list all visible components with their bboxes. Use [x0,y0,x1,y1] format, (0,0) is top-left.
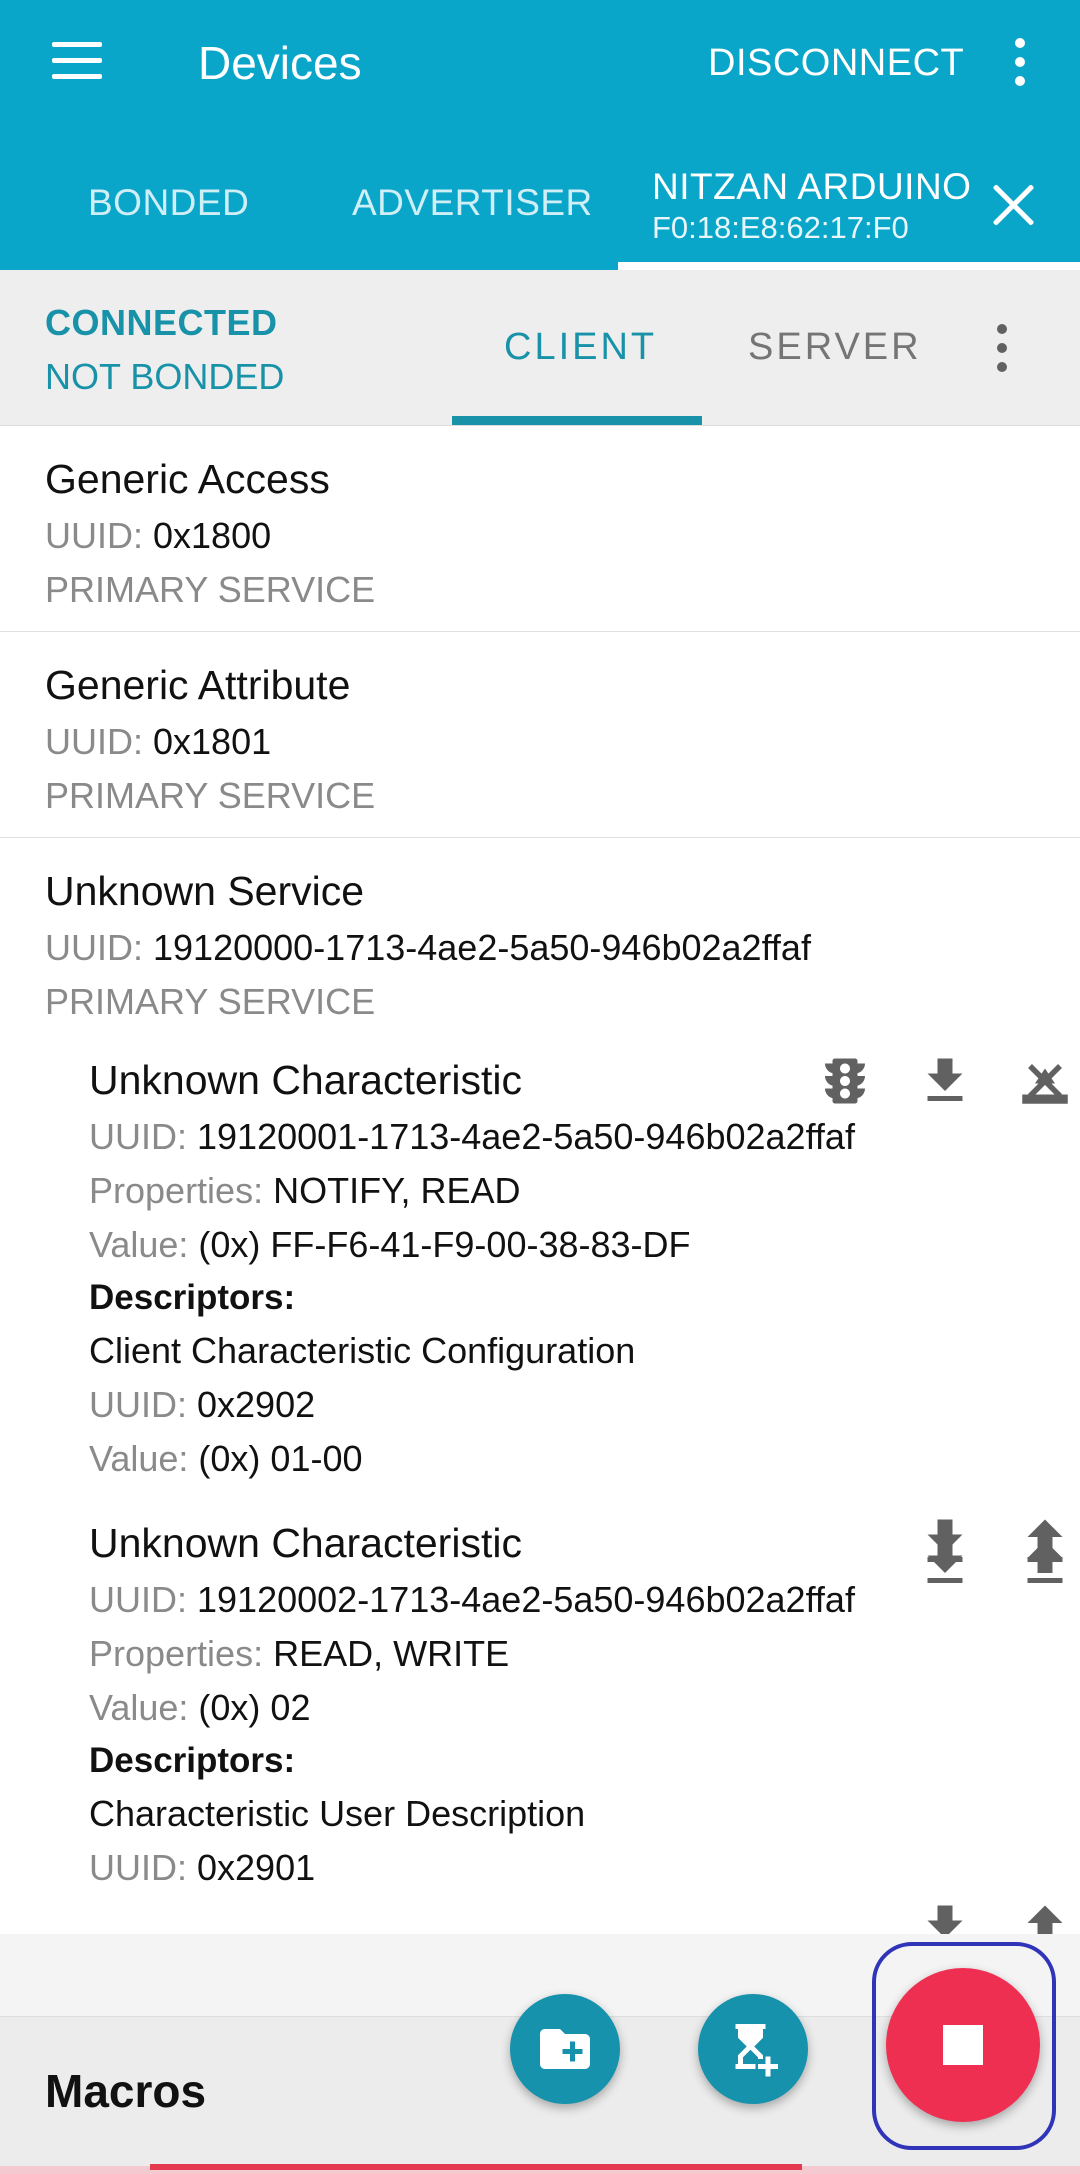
service-name: Generic Attribute [45,662,351,708]
stop-icon[interactable] [886,1968,1040,2122]
folder-add-icon[interactable] [510,1994,620,2104]
tab-indicator [618,262,1080,270]
service-name: Generic Access [45,456,330,502]
hourglass-add-icon[interactable] [698,1994,808,2104]
service-list: Generic Access UUID: 0x1800 PRIMARY SERV… [0,426,1080,1948]
properties-label: Properties: [89,1633,264,1674]
characteristic-properties: READ, WRITE [273,1633,510,1674]
service-type: PRIMARY SERVICE [45,569,376,610]
service-uuid: 0x1800 [153,515,272,556]
notifications-off-icon[interactable] [1015,1051,1075,1111]
characteristic-value: (0x) 02 [198,1687,311,1728]
characteristic-properties: NOTIFY, READ [273,1170,521,1211]
app-bar: Devices DISCONNECT BONDED ADVERTISER NIT… [0,0,1080,270]
characteristic-uuid: 19120002-1713-4ae2-5a50-946b02a2ffaf [197,1579,855,1620]
menu-icon[interactable] [46,38,108,88]
descriptors-heading: Descriptors: [89,1278,296,1317]
traffic-light-icon[interactable] [815,1051,875,1111]
service-type: PRIMARY SERVICE [45,981,376,1022]
uuid-label: UUID: [89,1579,187,1620]
characteristic-value: (0x) FF-F6-41-F9-00-38-83-DF [198,1224,691,1265]
service-item[interactable]: Unknown Service UUID: 19120000-1713-4ae2… [0,838,1080,1948]
disconnect-button[interactable]: DISCONNECT [708,42,964,85]
upload-icon[interactable] [1015,1512,1075,1572]
macros-title: Macros [45,2065,207,2117]
bond-status: NOT BONDED [45,356,285,397]
characteristic-item[interactable]: Unknown Characteristic UUID: 19120002-17… [45,1480,1063,1948]
service-name: Unknown Service [45,868,365,914]
service-item[interactable]: Generic Access UUID: 0x1800 PRIMARY SERV… [0,426,1080,632]
tab-advertiser[interactable]: ADVERTISER [352,182,593,224]
uuid-label: UUID: [89,1116,187,1157]
tab-indicator [452,416,702,425]
descriptor-name: Characteristic User Description [89,1793,586,1834]
download-icon[interactable] [915,1051,975,1111]
macros-progress [150,2164,802,2170]
uuid-label: UUID: [45,721,143,762]
characteristic-item[interactable]: Unknown Characteristic UUID: 19120001-17… [45,1023,1068,1583]
download-icon[interactable] [915,1512,975,1572]
device-name: NITZAN ARDUINO [652,166,972,207]
tab-bonded[interactable]: BONDED [88,182,249,224]
stop-square [943,2025,983,2065]
uuid-label: UUID: [45,515,143,556]
descriptor-uuid: 0x2901 [197,1847,316,1888]
service-type: PRIMARY SERVICE [45,775,376,816]
value-label: Value: [89,1224,189,1265]
connection-bar: CONNECTED NOT BONDED CLIENT SERVER [0,270,1080,426]
characteristic-actions [775,1051,1075,1111]
service-uuid: 0x1801 [153,721,272,762]
device-address: F0:18:E8:62:17:F0 [652,210,909,245]
characteristic-actions [875,1512,1075,1572]
descriptor-value: (0x) 01-00 [198,1438,363,1479]
service-item[interactable]: Generic Attribute UUID: 0x1801 PRIMARY S… [0,632,1080,838]
uuid-label: UUID: [89,1847,187,1888]
service-uuid: 19120000-1713-4ae2-5a50-946b02a2ffaf [153,927,811,968]
uuid-label: UUID: [89,1384,187,1425]
close-icon[interactable] [990,182,1036,228]
connection-status: CONNECTED [45,302,278,343]
value-label: Value: [89,1687,189,1728]
page-title: Devices [198,37,362,89]
characteristic-uuid: 19120001-1713-4ae2-5a50-946b02a2ffaf [197,1116,855,1157]
uuid-label: UUID: [45,927,143,968]
descriptor-uuid: 0x2902 [197,1384,316,1425]
more-vert-icon[interactable] [1000,32,1040,92]
properties-label: Properties: [89,1170,264,1211]
tab-device[interactable]: NITZAN ARDUINO F0:18:E8:62:17:F0 [652,166,971,246]
value-label: Value: [89,1438,189,1479]
more-vert-icon[interactable] [982,318,1022,378]
descriptors-heading: Descriptors: [89,1741,296,1780]
tab-server[interactable]: SERVER [748,326,922,369]
descriptor-name: Client Characteristic Configuration [89,1330,636,1371]
tab-client[interactable]: CLIENT [504,326,657,369]
